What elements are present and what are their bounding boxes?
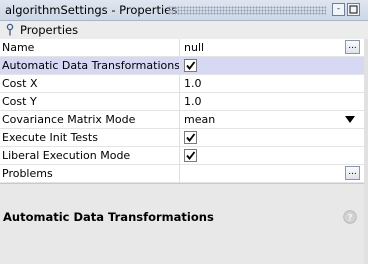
maximize-button[interactable]	[347, 3, 360, 16]
checkmark-icon	[186, 133, 196, 142]
property-label: Execute Init Tests	[2, 131, 98, 144]
property-row-covariance-matrix-mode[interactable]: Covariance Matrix Mode mean	[0, 111, 364, 129]
minimize-button[interactable]: -	[332, 3, 345, 16]
property-sheet: Name null ... Automatic Data Transformat…	[0, 39, 364, 184]
checkmark-icon	[186, 61, 196, 70]
svg-text:?: ?	[347, 214, 352, 224]
scrollbar[interactable]	[364, 39, 368, 264]
properties-toolbar: Properties	[0, 21, 368, 39]
description-title: Automatic Data Transformations	[3, 210, 214, 224]
column-divider[interactable]	[179, 111, 180, 129]
checkmark-icon	[186, 151, 196, 160]
problems-ellipsis-button[interactable]: ...	[345, 166, 360, 180]
name-value[interactable]: null	[184, 41, 204, 54]
description-panel: Automatic Data Transformations ?	[0, 205, 364, 264]
property-label: Covariance Matrix Mode	[2, 113, 136, 126]
property-row-name[interactable]: Name null ...	[0, 39, 364, 57]
name-ellipsis-button[interactable]: ...	[345, 40, 360, 54]
property-row-cost-x[interactable]: Cost X 1.0	[0, 75, 364, 93]
help-icon[interactable]: ?	[343, 210, 357, 224]
column-divider[interactable]	[179, 39, 180, 57]
property-label: Problems	[2, 167, 53, 180]
property-label: Name	[2, 41, 35, 54]
window-title: algorithmSettings - Properties	[5, 3, 178, 17]
property-label: Cost Y	[2, 95, 37, 108]
execute-init-tests-checkbox[interactable]	[184, 131, 197, 144]
chevron-down-icon[interactable]	[345, 116, 355, 123]
property-row-liberal-execution-mode[interactable]: Liberal Execution Mode	[0, 147, 364, 165]
column-divider[interactable]	[179, 75, 180, 93]
property-label: Liberal Execution Mode	[2, 149, 131, 162]
automatic-data-transformations-checkbox[interactable]	[184, 59, 197, 72]
cost-y-value[interactable]: 1.0	[184, 95, 202, 108]
properties-label: Properties	[20, 23, 79, 37]
covariance-matrix-mode-select[interactable]: mean	[184, 113, 215, 126]
column-divider[interactable]	[179, 147, 180, 165]
property-row-automatic-data-transformations[interactable]: Automatic Data Transformations	[0, 57, 364, 75]
cost-x-value[interactable]: 1.0	[184, 77, 202, 90]
window-titlebar[interactable]: algorithmSettings - Properties -	[0, 0, 368, 21]
maximize-icon	[349, 5, 358, 14]
pin-icon[interactable]	[5, 23, 15, 37]
property-row-execute-init-tests[interactable]: Execute Init Tests	[0, 129, 364, 147]
drag-grip[interactable]	[168, 6, 326, 15]
column-divider[interactable]	[179, 129, 180, 147]
property-label: Cost X	[2, 77, 38, 90]
property-row-cost-y[interactable]: Cost Y 1.0	[0, 93, 364, 111]
property-row-problems[interactable]: Problems ...	[0, 165, 364, 183]
column-divider[interactable]	[179, 165, 180, 183]
property-label: Automatic Data Transformations	[2, 59, 180, 72]
column-divider[interactable]	[179, 57, 180, 75]
column-divider[interactable]	[179, 93, 180, 111]
liberal-execution-mode-checkbox[interactable]	[184, 149, 197, 162]
